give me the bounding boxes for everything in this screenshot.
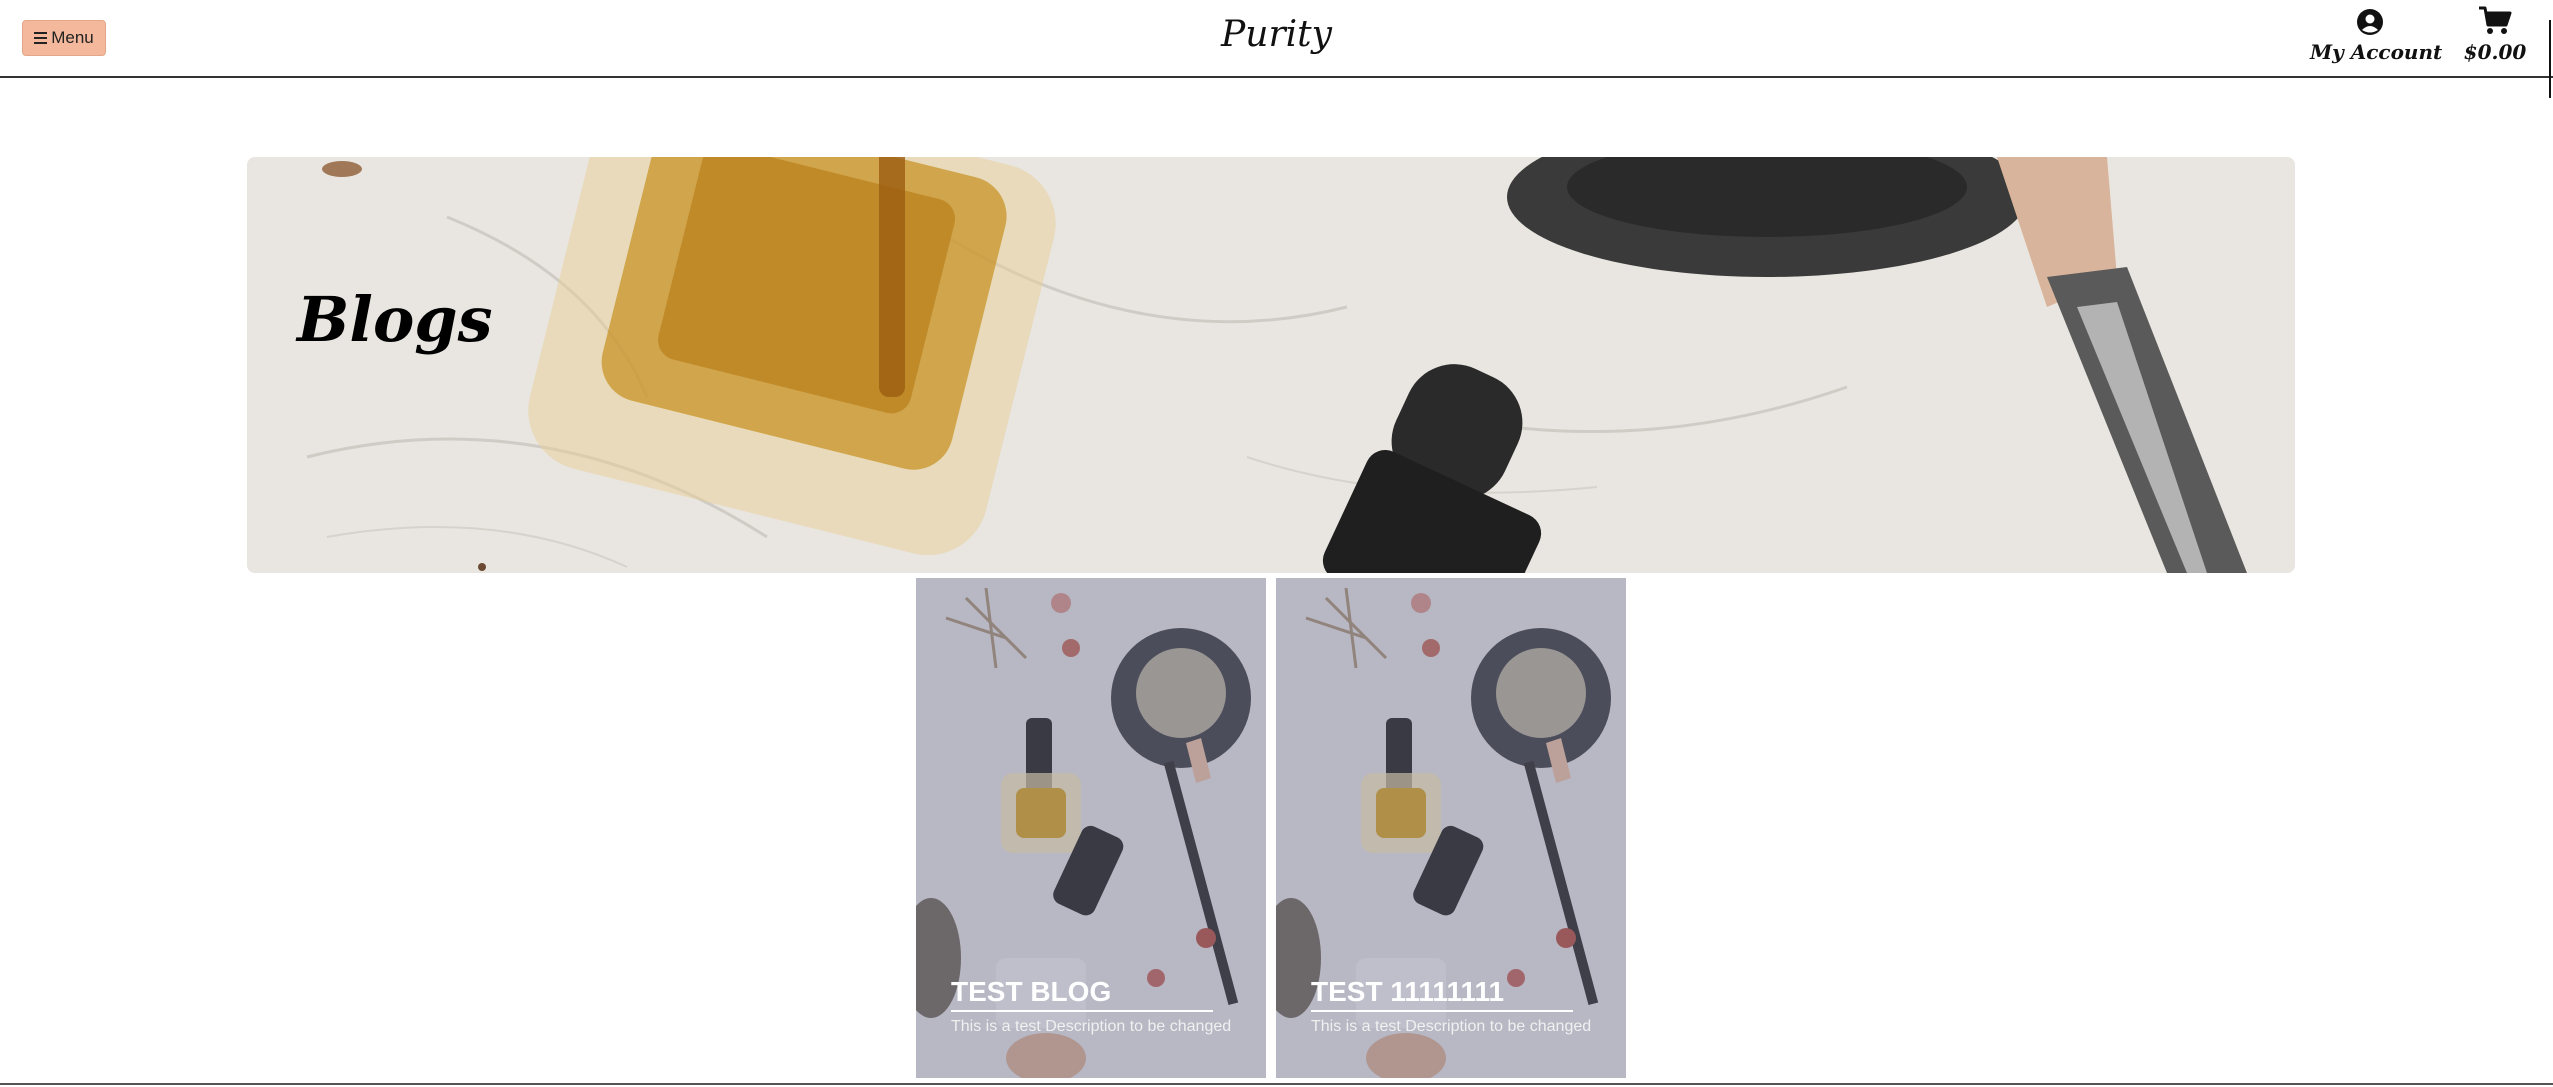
hero-background-image: [247, 157, 2295, 573]
my-account-link[interactable]: My Account: [2310, 8, 2443, 64]
user-circle-icon: [2357, 9, 2383, 35]
cart-link[interactable]: $0.00: [2455, 6, 2535, 64]
blog-card-description: This is a test Description to be changed: [1311, 1018, 1592, 1035]
blogs-hero-banner: Blogs: [247, 157, 2295, 573]
footer-divider: [0, 1083, 2553, 1085]
my-account-label: My Account: [2310, 40, 2443, 64]
brand-logo[interactable]: Purity: [0, 14, 2553, 55]
scrollbar-edge: [2549, 20, 2551, 98]
blog-card[interactable]: TEST 11111111 This is a test Description…: [1276, 578, 1626, 1078]
top-navbar: Menu Purity My Account $0.00: [0, 0, 2553, 78]
blog-card-title[interactable]: TEST BLOG: [951, 976, 1213, 1012]
blog-card-description: This is a test Description to be changed: [951, 1018, 1232, 1035]
shopping-cart-icon: [2479, 6, 2512, 34]
blog-card-title[interactable]: TEST 11111111: [1311, 976, 1573, 1012]
cart-total: $0.00: [2463, 40, 2527, 64]
blog-card[interactable]: TEST BLOG This is a test Description to …: [916, 578, 1266, 1078]
page-title: Blogs: [297, 283, 493, 356]
